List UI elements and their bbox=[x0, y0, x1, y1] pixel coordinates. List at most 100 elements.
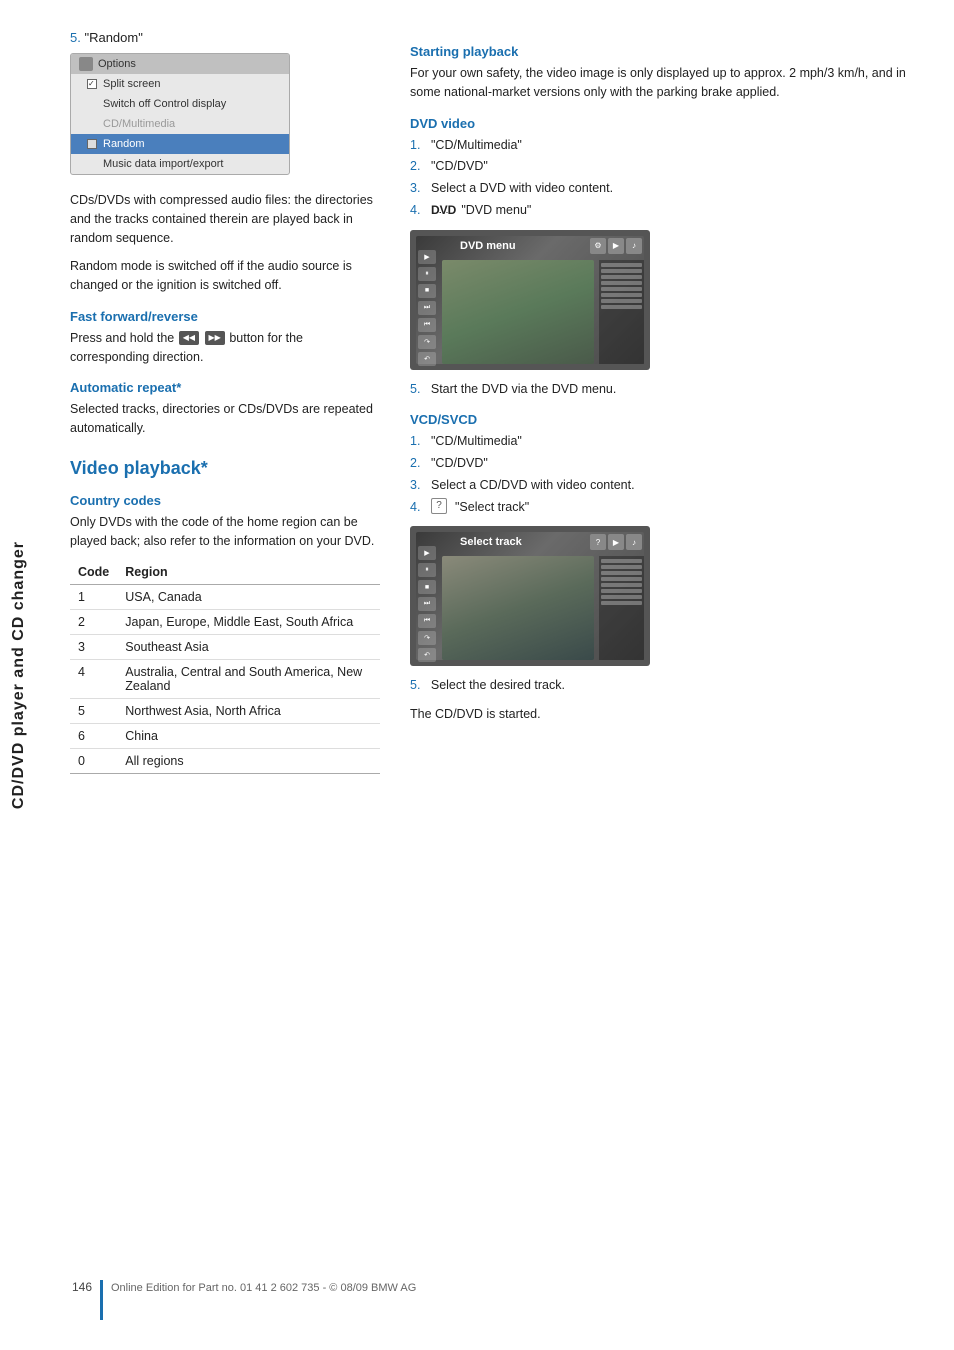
right-column: Starting playback For your own safety, t… bbox=[410, 30, 924, 774]
dvd-item-num: 3. bbox=[410, 179, 426, 198]
menu-title-text: Options bbox=[98, 58, 136, 70]
vcd-item-text: "CD/Multimedia" bbox=[431, 432, 522, 451]
ff-forward-icon: ▶▶ bbox=[205, 331, 225, 345]
table-cell-region: Australia, Central and South America, Ne… bbox=[117, 660, 380, 699]
vcd-side-btn-next: ⏭ bbox=[418, 597, 436, 611]
dvd-item-text: Select a DVD with video content. bbox=[431, 179, 613, 198]
dvd-screen-controls: ⚙ ▶ ♪ bbox=[590, 238, 642, 254]
vcd-side-btn-rwd: ↶ bbox=[418, 648, 436, 662]
vcd-side-controls: ▶ ⏸ ■ ⏭ ⏮ ↷ ↶ bbox=[418, 546, 436, 662]
ctrl-btn-2: ▶ bbox=[608, 238, 624, 254]
vcd-item-num: 4. bbox=[410, 498, 426, 517]
left-column: 5. "Random" Options Split screen Switch … bbox=[70, 30, 380, 774]
dvd-right-panel bbox=[599, 260, 644, 364]
dvd-step5: 5. Start the DVD via the DVD menu. bbox=[410, 380, 924, 399]
vcd-ctrl-btn-3: ♪ bbox=[626, 534, 642, 550]
dvd-video-list: 1. "CD/Multimedia" 2. "CD/DVD" 3. Select a DV… bbox=[410, 136, 924, 220]
side-btn-next: ⏭ bbox=[418, 301, 436, 315]
random-checkbox bbox=[87, 139, 97, 149]
dvd-list-item: 3. Select a DVD with video content. bbox=[410, 179, 924, 198]
footer-bar bbox=[100, 1280, 103, 1320]
table-cell-code: 0 bbox=[70, 749, 117, 774]
menu-item-music-data: Music data import/export bbox=[71, 154, 289, 174]
vcd-step5-num: 5. bbox=[410, 678, 420, 692]
side-btn-play: ▶ bbox=[418, 250, 436, 264]
step5-num: 5. bbox=[70, 30, 81, 45]
vcd-item-num: 3. bbox=[410, 476, 426, 495]
vcd-menu-title: Select track bbox=[460, 536, 522, 548]
side-btn-rwd: ↶ bbox=[418, 352, 436, 366]
dvd-item-num: 4. bbox=[410, 201, 426, 220]
table-row: 6China bbox=[70, 724, 380, 749]
video-playback-heading: Video playback* bbox=[70, 458, 380, 479]
vcd-step5-text: Select the desired track. bbox=[431, 678, 565, 692]
dvd-item-text: "CD/Multimedia" bbox=[431, 136, 522, 155]
vcd-list-item: 2."CD/DVD" bbox=[410, 454, 924, 473]
random-para1: CDs/DVDs with compressed audio files: th… bbox=[70, 191, 380, 247]
sidebar-label: CD/DVD player and CD changer bbox=[10, 541, 28, 809]
dvd-item-num: 1. bbox=[410, 136, 426, 155]
vcd-screen-mockup: Select track ? ▶ ♪ ▶ ⏸ ■ ⏭ ⏮ ↷ ↶ bbox=[410, 526, 650, 666]
dvd-step5-num: 5. bbox=[410, 382, 420, 396]
dvd-list-item: 1. "CD/Multimedia" bbox=[410, 136, 924, 155]
side-btn-prev: ⏮ bbox=[418, 318, 436, 332]
table-cell-code: 2 bbox=[70, 610, 117, 635]
auto-repeat-header: Automatic repeat* bbox=[70, 380, 380, 395]
random-para2: Random mode is switched off if the audio… bbox=[70, 257, 380, 295]
table-cell-region: Northwest Asia, North Africa bbox=[117, 699, 380, 724]
dvd-item-text: "CD/DVD" bbox=[431, 157, 488, 176]
options-icon bbox=[79, 57, 93, 71]
options-menu-mockup: Options Split screen Switch off Control … bbox=[70, 53, 290, 175]
table-cell-code: 6 bbox=[70, 724, 117, 749]
dvd-video-header: DVD video bbox=[410, 116, 924, 131]
dvd-item-num: 2. bbox=[410, 157, 426, 176]
dvd-icon: DVD bbox=[431, 201, 456, 220]
vcd-list-item: 3.Select a CD/DVD with video content. bbox=[410, 476, 924, 495]
starting-playback-header: Starting playback bbox=[410, 44, 924, 59]
dvd-list-item: 2. "CD/DVD" bbox=[410, 157, 924, 176]
table-row: 1USA, Canada bbox=[70, 585, 380, 610]
dvd-list-item: 4.DVD "DVD menu" bbox=[410, 201, 924, 220]
vcd-item-num: 1. bbox=[410, 432, 426, 451]
menu-item-cd-multimedia: CD/Multimedia bbox=[71, 114, 289, 134]
vcd-step5: 5. Select the desired track. bbox=[410, 676, 924, 695]
starting-playback-text: For your own safety, the video image is … bbox=[410, 64, 924, 102]
main-content: 5. "Random" Options Split screen Switch … bbox=[50, 0, 954, 804]
table-row: 2Japan, Europe, Middle East, South Afric… bbox=[70, 610, 380, 635]
question-icon: ? bbox=[431, 498, 447, 514]
vcd-side-btn-fwd: ↷ bbox=[418, 631, 436, 645]
vcd-step5b: The CD/DVD is started. bbox=[410, 705, 924, 724]
side-btn-pause: ⏸ bbox=[418, 267, 436, 281]
side-btn-stop: ■ bbox=[418, 284, 436, 298]
dvd-screen-mockup: DVD menu ⚙ ▶ ♪ ▶ ⏸ ■ ⏭ ⏮ ↷ ↶ bbox=[410, 230, 650, 370]
vcd-side-btn-play: ▶ bbox=[418, 546, 436, 560]
table-cell-region: Southeast Asia bbox=[117, 635, 380, 660]
page-footer: 146 Online Edition for Part no. 01 41 2 … bbox=[50, 1280, 924, 1320]
table-cell-region: USA, Canada bbox=[117, 585, 380, 610]
table-col1-header: Code bbox=[70, 560, 117, 585]
vcd-list: 1. "CD/Multimedia" 2."CD/DVD" 3.Select a CD… bbox=[410, 432, 924, 516]
fast-forward-header: Fast forward/reverse bbox=[70, 309, 380, 324]
table-row: 4Australia, Central and South America, N… bbox=[70, 660, 380, 699]
menu-item-split-screen: Split screen bbox=[71, 74, 289, 94]
vcd-side-btn-stop: ■ bbox=[418, 580, 436, 594]
table-cell-region: All regions bbox=[117, 749, 380, 774]
ctrl-btn-1: ⚙ bbox=[590, 238, 606, 254]
side-btn-fwd: ↷ bbox=[418, 335, 436, 349]
step5-text: "Random" bbox=[84, 30, 142, 45]
vcd-list-item: 1. "CD/Multimedia" bbox=[410, 432, 924, 451]
vcd-screen-controls: ? ▶ ♪ bbox=[590, 534, 642, 550]
music-data-label: Music data import/export bbox=[103, 158, 223, 170]
footer-text: Online Edition for Part no. 01 41 2 602 … bbox=[111, 1280, 416, 1294]
vcd-item-num: 2. bbox=[410, 454, 426, 473]
fast-forward-text: Press and hold the ◀◀ ▶▶ button for the … bbox=[70, 329, 380, 367]
page-number: 146 bbox=[50, 1280, 100, 1294]
table-cell-code: 1 bbox=[70, 585, 117, 610]
vcd-side-btn-pause: ⏸ bbox=[418, 563, 436, 577]
menu-title: Options bbox=[71, 54, 289, 74]
country-codes-text: Only DVDs with the code of the home regi… bbox=[70, 513, 380, 551]
random-label: Random bbox=[103, 138, 145, 150]
country-codes-table: Code Region 1USA, Canada2Japan, Europe, … bbox=[70, 560, 380, 774]
dvd-side-controls: ▶ ⏸ ■ ⏭ ⏮ ↷ ↶ bbox=[418, 250, 436, 366]
sidebar: CD/DVD player and CD changer bbox=[0, 0, 38, 1350]
